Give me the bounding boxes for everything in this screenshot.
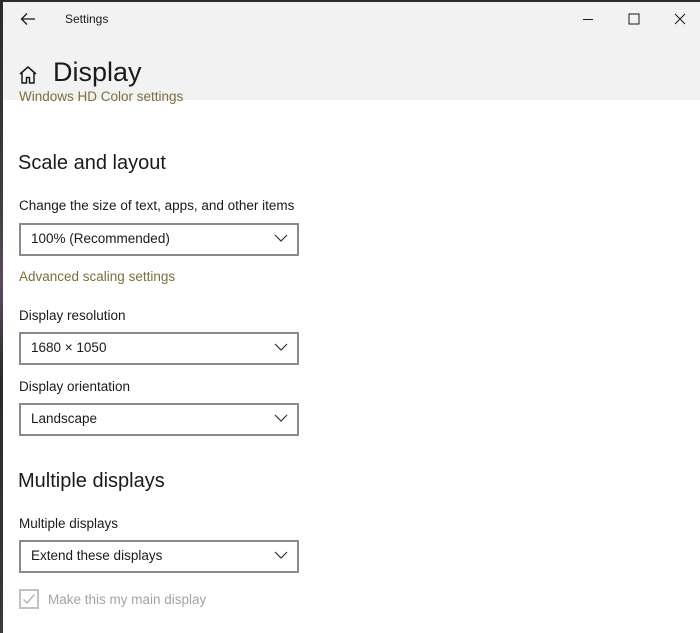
maximize-button[interactable] (611, 2, 657, 36)
resolution-dropdown-value: 1680 × 1050 (31, 340, 107, 355)
back-button[interactable] (11, 2, 45, 36)
multiple-displays-dropdown-value: Extend these displays (31, 548, 163, 563)
resolution-dropdown[interactable]: 1680 × 1050 (19, 332, 299, 365)
chevron-down-icon (274, 414, 288, 422)
minimize-button[interactable] (565, 2, 611, 36)
advanced-scaling-link[interactable]: Advanced scaling settings (19, 269, 175, 284)
main-display-checkbox[interactable] (19, 589, 39, 609)
orientation-dropdown[interactable]: Landscape (19, 403, 299, 436)
home-icon[interactable] (17, 64, 39, 86)
title-bar: Settings (3, 2, 700, 38)
close-button[interactable] (657, 2, 700, 36)
chevron-down-icon (274, 343, 288, 351)
multiple-displays-heading: Multiple displays (18, 470, 165, 492)
maximize-icon (628, 13, 640, 25)
window-title: Settings (65, 12, 109, 26)
scale-dropdown-value: 100% (Recommended) (31, 231, 170, 246)
settings-window: Settings Display Windows HD Color settin… (3, 2, 700, 633)
close-icon (674, 13, 686, 25)
settings-content[interactable]: Windows HD Color settings Scale and layo… (3, 89, 700, 633)
main-display-checkbox-label: Make this my main display (48, 591, 207, 607)
chevron-down-icon (274, 551, 288, 559)
hd-color-settings-link[interactable]: Windows HD Color settings (19, 89, 183, 104)
orientation-dropdown-value: Landscape (31, 411, 98, 426)
text-size-label: Change the size of text, apps, and other… (19, 198, 295, 213)
main-display-option[interactable]: Make this my main display (19, 588, 206, 610)
multiple-displays-label: Multiple displays (19, 516, 119, 531)
scale-layout-heading: Scale and layout (18, 152, 166, 174)
back-arrow-icon (20, 13, 35, 25)
page-title: Display (53, 57, 142, 87)
chevron-down-icon (274, 234, 288, 242)
checkmark-icon (23, 594, 36, 605)
multiple-displays-dropdown[interactable]: Extend these displays (19, 540, 299, 573)
orientation-label: Display orientation (19, 379, 131, 394)
resolution-label: Display resolution (19, 308, 126, 323)
scale-dropdown[interactable]: 100% (Recommended) (19, 223, 299, 256)
minimize-icon (583, 19, 593, 20)
